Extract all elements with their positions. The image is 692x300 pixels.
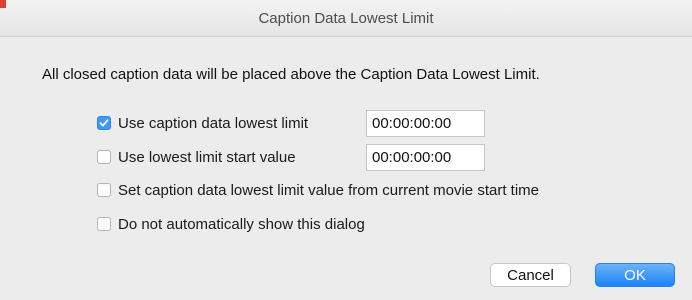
window-corner-marker <box>0 0 6 8</box>
do-not-show-dialog-checkbox[interactable] <box>97 217 111 231</box>
info-message: All closed caption data will be placed a… <box>42 66 540 83</box>
cancel-button[interactable]: Cancel <box>490 263 571 287</box>
lowest-limit-start-timecode-field[interactable] <box>366 144 485 171</box>
dialog-title: Caption Data Lowest Limit <box>258 10 434 27</box>
use-caption-lowest-limit-checkbox[interactable] <box>97 116 111 130</box>
option-set-limit-from-movie-start[interactable]: Set caption data lowest limit value from… <box>97 180 539 200</box>
ok-button[interactable]: OK <box>595 263 675 287</box>
use-lowest-limit-start-value-label: Use lowest limit start value <box>118 148 296 166</box>
do-not-show-dialog-label: Do not automatically show this dialog <box>118 215 365 233</box>
set-limit-from-movie-start-checkbox[interactable] <box>97 183 111 197</box>
use-caption-lowest-limit-label: Use caption data lowest limit <box>118 114 309 132</box>
option-do-not-show-dialog[interactable]: Do not automatically show this dialog <box>97 214 365 234</box>
caption-lowest-limit-timecode-field[interactable] <box>366 110 485 137</box>
set-limit-from-movie-start-label: Set caption data lowest limit value from… <box>118 181 539 199</box>
title-bar[interactable]: Caption Data Lowest Limit <box>0 0 692 37</box>
option-use-caption-lowest-limit[interactable]: Use caption data lowest limit <box>97 113 308 133</box>
dialog-window: Caption Data Lowest Limit All closed cap… <box>0 0 692 300</box>
checkmark-icon <box>99 119 109 127</box>
option-use-lowest-limit-start-value[interactable]: Use lowest limit start value <box>97 147 296 167</box>
use-lowest-limit-start-value-checkbox[interactable] <box>97 150 111 164</box>
